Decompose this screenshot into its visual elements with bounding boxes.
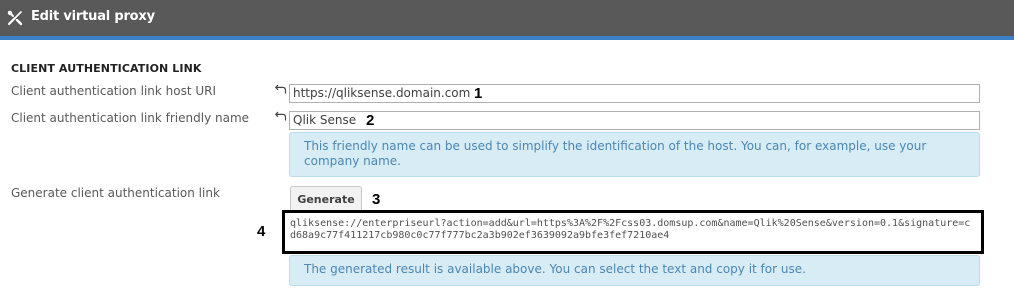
generate-button[interactable]: Generate (290, 186, 362, 212)
host-uri-label: Client authentication link host URI (11, 84, 217, 98)
friendly-name-info: This friendly name can be used to simpli… (289, 132, 980, 177)
generated-link-output[interactable]: qliksense://enterpriseurl?action=add&url… (282, 210, 984, 254)
dialog-title: Edit virtual proxy (31, 9, 155, 24)
undo-icon[interactable] (275, 111, 287, 121)
host-uri-input[interactable]: https://qliksense.domain.com (289, 84, 980, 103)
undo-icon[interactable] (275, 84, 287, 94)
title-bar: Edit virtual proxy (0, 0, 1014, 36)
friendly-name-input[interactable]: Qlik Sense (289, 111, 980, 130)
section-title: CLIENT AUTHENTICATION LINK (11, 62, 202, 75)
tools-icon (7, 10, 23, 26)
callout-marker-4: 4 (257, 223, 266, 240)
generate-link-label: Generate client authentication link (11, 186, 220, 200)
friendly-name-label: Client authentication link friendly name (11, 111, 250, 125)
generated-link-info: The generated result is available above.… (289, 255, 980, 286)
callout-marker-2: 2 (366, 112, 375, 129)
header-accent-line (0, 36, 1014, 40)
callout-marker-1: 1 (474, 85, 483, 102)
callout-marker-3: 3 (372, 191, 381, 208)
